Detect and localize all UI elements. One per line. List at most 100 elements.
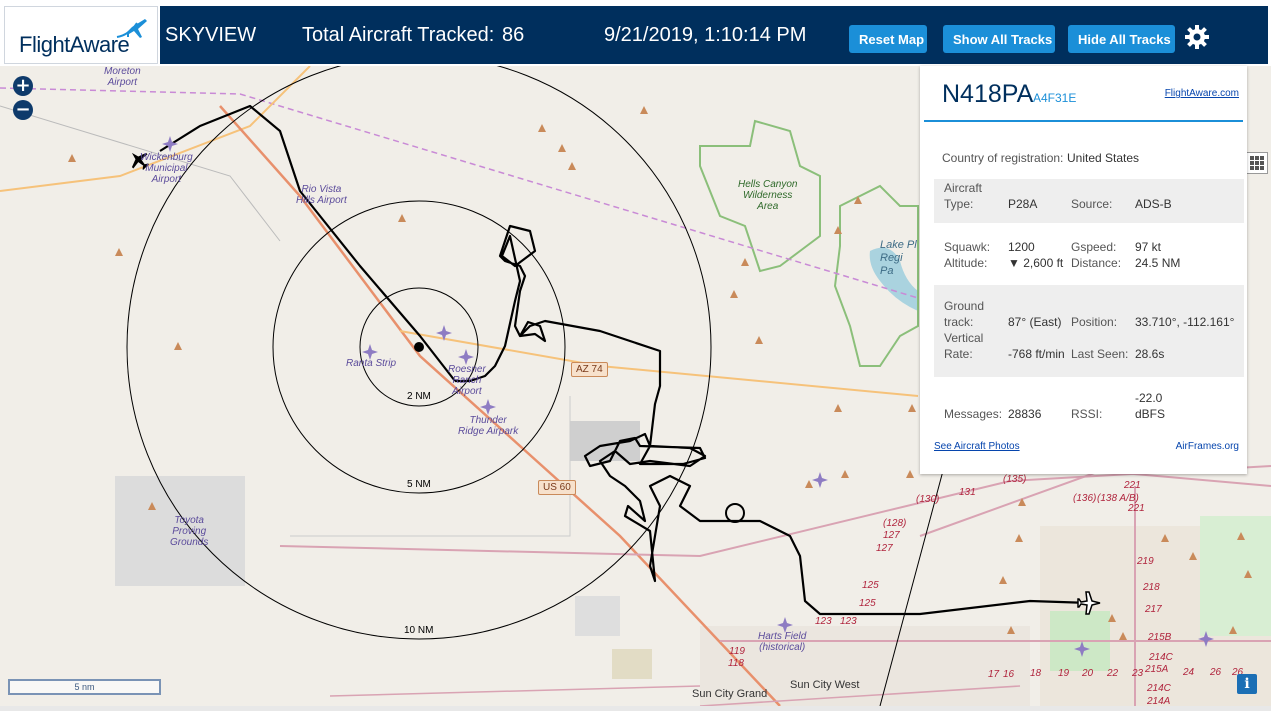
road-number: 118	[728, 658, 744, 669]
squawk-value: 1200	[1008, 240, 1035, 254]
shield-az-74: AZ 74	[571, 362, 608, 377]
distance-label: Distance:	[1071, 256, 1122, 270]
road-number: 20	[1082, 668, 1094, 679]
airport-label-thunder-ridge: Thunder Ridge Airpark	[458, 415, 519, 437]
flightaware-logo[interactable]: FlightAware	[4, 6, 158, 64]
road-number: 125	[862, 580, 879, 591]
label-lake-pleasant: Lake Pl Regi Pa	[880, 239, 917, 277]
aircraft-callsign: N418PA	[942, 80, 1034, 108]
scale-bar: 5 nm	[8, 679, 161, 695]
rssi-value: -22.0 dBFS	[1135, 391, 1166, 421]
road-number: 131	[959, 487, 976, 498]
shield-us-60: US 60	[538, 480, 576, 495]
airport-label-harts-field: Harts Field (historical)	[758, 631, 807, 653]
road-number: 219	[1137, 556, 1154, 567]
road-number: 24	[1183, 667, 1195, 678]
road-number: 214A	[1147, 696, 1171, 706]
info-icon[interactable]: i	[1237, 674, 1257, 694]
place-sun-city-west: Sun City West	[790, 679, 860, 691]
label-hells-canyon: Hells Canyon Wilderness Area	[738, 179, 798, 212]
type-label: Aircraft Type:	[944, 181, 983, 211]
zoom-out-button[interactable]: −	[13, 100, 33, 120]
road-number: 218	[1143, 582, 1160, 593]
road-number: 16	[1003, 669, 1015, 680]
app-title: SKYVIEW	[165, 24, 257, 46]
airport-label-moreton: Moreton Airport	[104, 66, 141, 88]
position-label: Position:	[1071, 315, 1118, 329]
road-number: (135)	[1003, 474, 1027, 485]
logo-text: FlightAware	[19, 32, 130, 57]
total-aircraft-count: 86	[502, 24, 525, 46]
vertical-rate-value: -768 ft/min	[1008, 347, 1065, 361]
gspeed-label: Gspeed:	[1071, 240, 1117, 254]
road-number: 221	[1128, 503, 1145, 514]
road-number: 26	[1210, 667, 1222, 678]
range-label-10nm: 10 NM	[404, 625, 434, 636]
airframes-link[interactable]: AirFrames.org	[1176, 441, 1239, 452]
road-number: 125	[859, 598, 876, 609]
messages-value: 28836	[1008, 407, 1042, 421]
total-aircraft-label: Total Aircraft Tracked:	[302, 24, 495, 46]
road-number: 221	[1124, 480, 1141, 491]
selected-aircraft-icon[interactable]	[1077, 591, 1101, 615]
road-number: 23	[1132, 668, 1144, 679]
plane-logo-icon	[116, 19, 147, 38]
road-number: 127	[876, 543, 893, 554]
place-sun-city-grand: Sun City Grand	[692, 688, 768, 700]
ground-track-value: 87° (East)	[1008, 315, 1062, 329]
last-seen-label: Last Seen:	[1071, 347, 1129, 361]
messages-label: Messages:	[944, 407, 1003, 421]
zoom-in-button[interactable]: +	[13, 76, 33, 96]
flightaware-link[interactable]: FlightAware.com	[1165, 88, 1239, 99]
current-datetime: 9/21/2019, 1:10:14 PM	[604, 24, 807, 46]
altitude-label: Altitude:	[944, 256, 988, 270]
source-label: Source:	[1071, 197, 1113, 211]
aircraft-photos-link[interactable]: See Aircraft Photos	[934, 441, 1020, 452]
range-label-2nm: 2 NM	[407, 391, 431, 402]
road-number: 19	[1058, 668, 1070, 679]
road-number: 123	[815, 616, 832, 627]
road-number: 214C	[1149, 652, 1173, 663]
road-number: 127	[883, 530, 900, 541]
show-all-tracks-button[interactable]: Show All Tracks	[943, 25, 1055, 53]
road-number: 22	[1107, 668, 1119, 679]
type-value: P28A	[1008, 197, 1038, 211]
rssi-label: RSSI:	[1071, 407, 1103, 421]
airport-label-wickenburg: Wickenburg Municipal Airport	[140, 152, 193, 185]
road-number: 215A	[1145, 664, 1169, 675]
road-number: 17	[988, 669, 1000, 680]
airport-label-rio-vista: Rio Vista Hills Airport	[296, 184, 347, 206]
aircraft-info-panel: N418PA A4F31E FlightAware.com Country of…	[920, 66, 1247, 474]
gear-icon[interactable]	[1184, 24, 1210, 50]
source-value: ADS-B	[1135, 197, 1172, 211]
country-label: Country of registration:	[942, 151, 1064, 165]
gspeed-value: 97 kt	[1135, 240, 1162, 254]
airport-label-roesner: Roesner Ranch Airport	[448, 364, 486, 397]
grid-icon[interactable]	[1246, 152, 1268, 174]
ground-track-label: Ground track:	[944, 299, 985, 329]
road-number: 119	[729, 646, 745, 657]
road-number: (136)	[1073, 493, 1097, 504]
header: FlightAware SKYVIEW Total Aircraft Track…	[0, 0, 1271, 66]
road-number: 214C	[1147, 683, 1171, 694]
road-number: 123	[840, 616, 857, 627]
last-seen-value: 28.6s	[1135, 347, 1165, 361]
airport-label-ranta: Ranta Strip	[346, 358, 397, 369]
road-number: (130)	[916, 494, 940, 505]
road-number: (128)	[883, 518, 907, 529]
vertical-rate-label: Vertical Rate:	[944, 331, 984, 361]
range-label-5nm: 5 NM	[407, 479, 431, 490]
panel-divider	[924, 120, 1243, 122]
road-number: 215B	[1148, 632, 1172, 643]
hide-all-tracks-button[interactable]: Hide All Tracks	[1068, 25, 1175, 53]
distance-value: 24.5 NM	[1135, 256, 1181, 270]
road-number: 18	[1030, 668, 1042, 679]
reset-map-button[interactable]: Reset Map	[849, 25, 927, 53]
altitude-value: ▼ 2,600 ft	[1008, 256, 1064, 270]
position-value: 33.710°, -112.161°	[1135, 315, 1235, 329]
label-toyota-proving-grounds: Toyota Proving Grounds	[170, 515, 209, 548]
squawk-label: Squawk:	[944, 240, 991, 254]
aircraft-hex: A4F31E	[1033, 91, 1077, 105]
road-number: 217	[1145, 604, 1162, 615]
bottom-strip	[0, 706, 1271, 711]
